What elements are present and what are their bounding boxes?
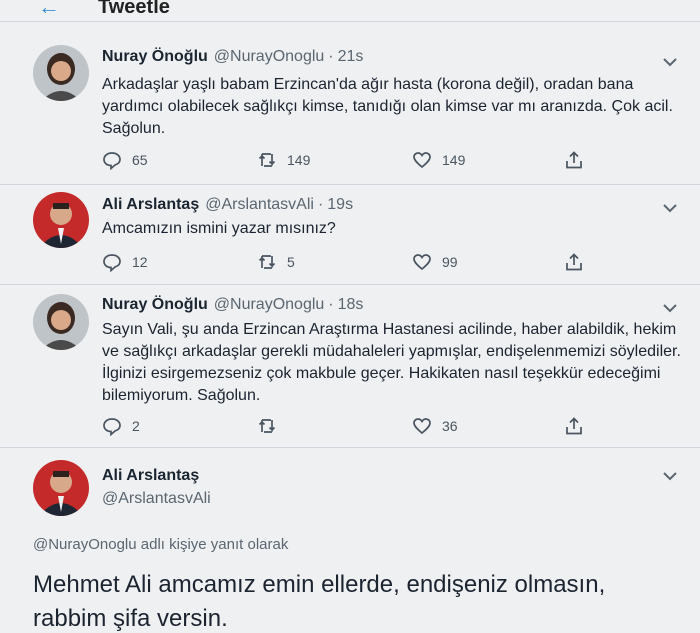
like-count: 149 <box>442 152 466 168</box>
share-icon <box>566 151 582 169</box>
heart-icon <box>413 418 431 435</box>
tweet-meta: Ali Arslantaş @ArslantasvAli · 19s <box>102 196 353 214</box>
reply-count: 12 <box>132 254 148 270</box>
reply-icon <box>103 254 121 272</box>
timestamp[interactable]: 18s <box>338 296 364 313</box>
chevron-down-icon[interactable] <box>662 202 678 214</box>
retweet-icon <box>258 419 276 433</box>
arrow-left-icon[interactable]: ← <box>38 0 60 20</box>
reply-context[interactable]: @NurayOnoglu adlı kişiye yanıt olarak <box>33 536 288 553</box>
retweet-button[interactable]: 5 <box>257 252 295 272</box>
share-icon <box>566 253 582 271</box>
separator-dot: · <box>328 296 334 313</box>
share-button[interactable] <box>564 416 594 436</box>
author-handle[interactable]: @ArslantasvAli <box>205 196 314 213</box>
reply-button[interactable]: 2 <box>102 416 140 436</box>
chevron-down-icon[interactable] <box>662 302 678 314</box>
author-name[interactable]: Ali Arslantaş <box>102 196 199 213</box>
share-button[interactable] <box>564 150 594 170</box>
reply-button[interactable]: 12 <box>102 252 148 272</box>
tweet-meta: Nuray Önoğlu @NurayOnoglu · 21s <box>102 48 363 66</box>
reply-count: 65 <box>132 152 148 168</box>
author-name[interactable]: Nuray Önoğlu <box>102 48 208 65</box>
avatar[interactable] <box>33 192 89 248</box>
chevron-down-icon[interactable] <box>662 56 678 68</box>
main-tweet-text: Mehmet Ali amcamız emin ellerde, endişen… <box>33 571 606 632</box>
reply-count: 2 <box>132 418 140 434</box>
retweet-button[interactable]: 149 <box>257 150 310 170</box>
retweet-icon <box>258 255 276 269</box>
heart-icon <box>413 254 431 271</box>
page-title: Tweetle <box>98 0 170 18</box>
tweet-actions: 65 149 149 <box>102 150 602 172</box>
share-icon <box>566 417 582 435</box>
author-handle[interactable]: @NurayOnoglu <box>214 296 325 313</box>
author-name[interactable]: Ali Arslantaş <box>102 467 199 485</box>
reply-button[interactable]: 65 <box>102 150 148 170</box>
like-count: 36 <box>442 418 458 434</box>
avatar[interactable] <box>33 45 89 101</box>
reply-tweet-1[interactable]: Nuray Önoğlu @NurayOnoglu · 21s Arkadaşlar … <box>0 22 700 185</box>
tweet-actions: 12 5 99 <box>102 252 602 274</box>
tweet-meta: Nuray Önoğlu @NurayOnoglu · 18s <box>102 296 363 314</box>
tweet-text: Arkadaşlar yaşlı babam Erzincan'da ağır … <box>102 76 673 137</box>
tweet-actions: 2 36 <box>102 416 602 438</box>
retweet-count: 149 <box>287 152 311 168</box>
like-button[interactable]: 149 <box>412 150 465 170</box>
like-count: 99 <box>442 254 458 270</box>
avatar[interactable] <box>33 294 89 350</box>
share-button[interactable] <box>564 252 594 272</box>
tweet-text: Sayın Vali, şu anda Erzincan Araştırma H… <box>102 321 681 404</box>
author-handle[interactable]: @NurayOnoglu <box>214 48 325 65</box>
retweet-count: 5 <box>287 254 295 270</box>
timestamp[interactable]: 19s <box>327 196 353 213</box>
separator-dot: · <box>317 196 324 213</box>
separator-dot: · <box>328 48 334 65</box>
chevron-down-icon[interactable] <box>662 470 678 482</box>
like-button[interactable]: 99 <box>412 252 458 272</box>
avatar[interactable] <box>33 460 89 516</box>
tweet-text: Amcamızın ismini yazar mısınız? <box>102 220 336 237</box>
top-bar: ← Tweetle <box>0 0 700 22</box>
retweet-button[interactable] <box>257 416 287 436</box>
heart-icon <box>413 152 431 169</box>
reply-icon <box>103 152 121 170</box>
timestamp[interactable]: 21s <box>338 48 364 65</box>
reply-icon <box>103 418 121 436</box>
like-button[interactable]: 36 <box>412 416 458 436</box>
reply-tweet-3[interactable]: Nuray Önoğlu @NurayOnoglu · 18s Sayın Vali,… <box>0 285 700 448</box>
retweet-icon <box>258 153 276 167</box>
reply-tweet-2[interactable]: Ali Arslantaş @ArslantasvAli · 19s Amcamızı… <box>0 185 700 285</box>
author-name[interactable]: Nuray Önoğlu <box>102 296 208 313</box>
author-handle[interactable]: @ArslantasvAli <box>102 490 211 508</box>
